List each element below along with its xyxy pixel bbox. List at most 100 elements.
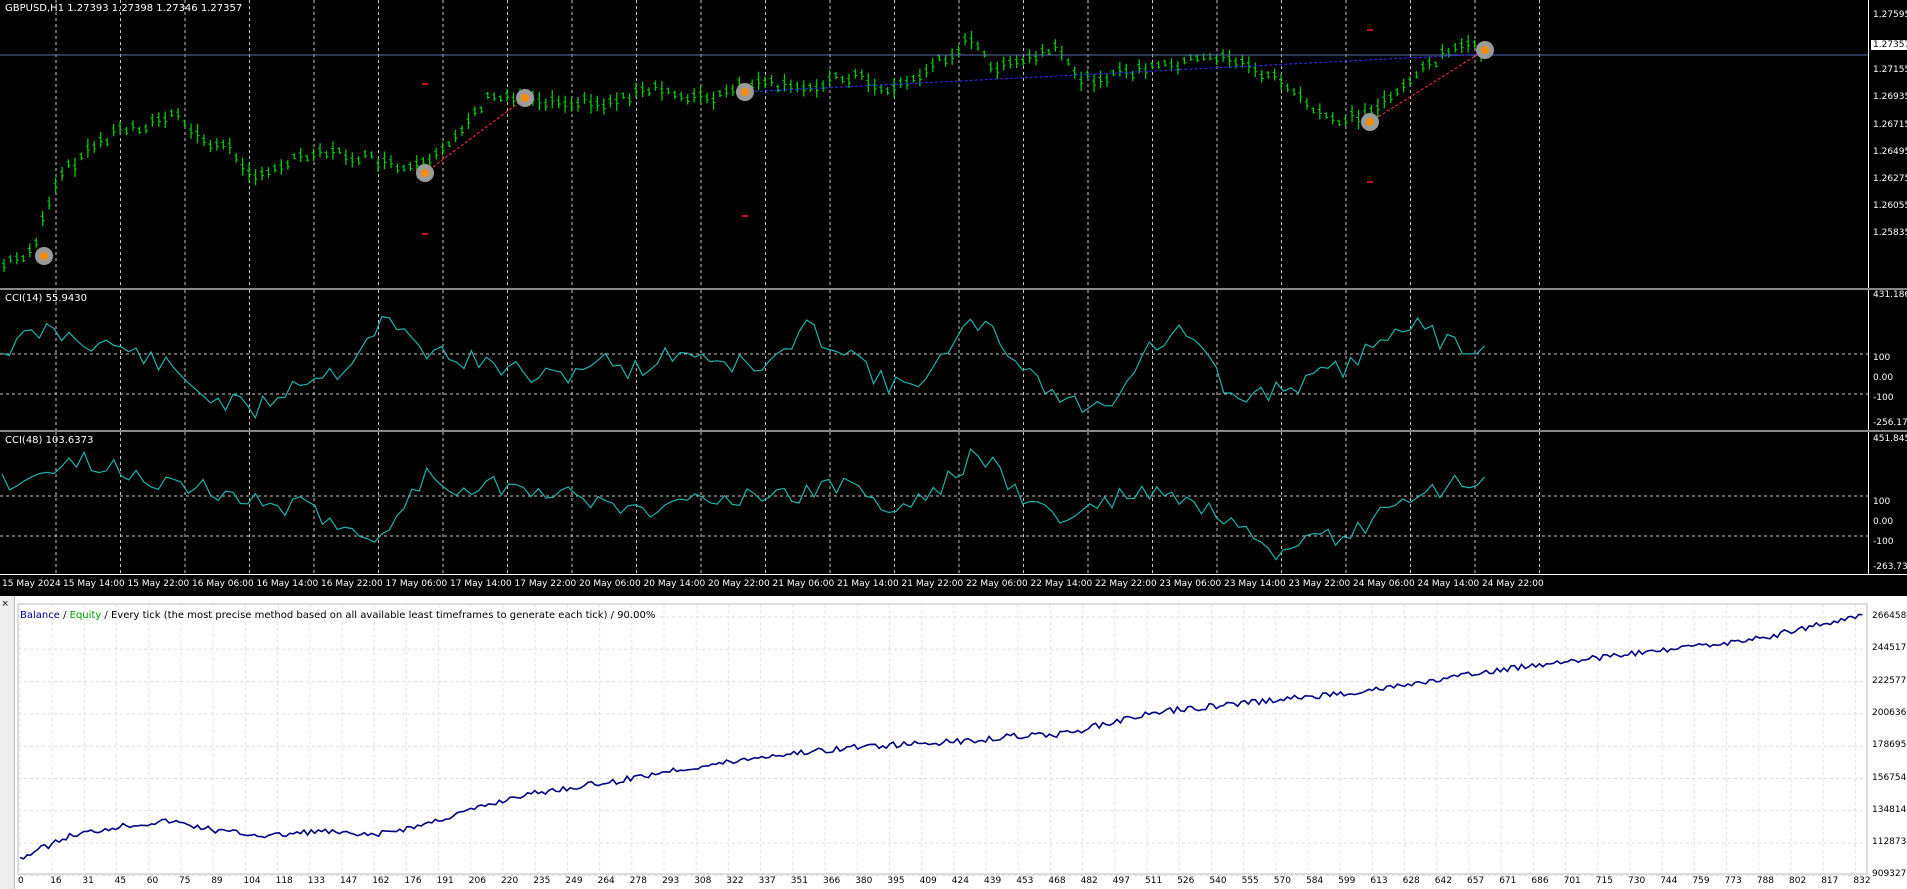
trade-count-x-tick: 366	[823, 876, 841, 886]
trade-count-x-tick: 75	[179, 876, 191, 886]
time-label: 15 May 14:00	[63, 579, 125, 589]
trade-count-x-tick: 104	[243, 876, 261, 886]
time-label: 20 May 22:00	[708, 579, 770, 589]
trade-count-x-tick: 773	[1724, 876, 1742, 886]
price-tick: 1.27155	[1873, 65, 1907, 75]
tester-graph-panel	[0, 596, 1907, 889]
trade-count-x-tick: 802	[1789, 876, 1807, 886]
trade-count-x-tick: 599	[1338, 876, 1356, 886]
time-label: 20 May 14:00	[643, 579, 706, 589]
balance-graph	[17, 603, 1868, 876]
trade-count-x-tick: 832	[1853, 876, 1871, 886]
price-tick: 1.26495	[1873, 147, 1907, 157]
trade-count-x-tick: 337	[758, 876, 776, 886]
time-label: 22 May 14:00	[1030, 579, 1093, 589]
time-label: 21 May 06:00	[772, 579, 835, 589]
trade-count-x-tick: 235	[533, 876, 551, 886]
trade-count-x-tick: 744	[1660, 876, 1678, 886]
price-tick: 1.26715	[1873, 120, 1907, 130]
balance-y-tick: 2006363	[1872, 707, 1907, 718]
trade-marker-core	[521, 94, 529, 102]
time-label: 23 May 14:00	[1224, 579, 1286, 589]
trade-count-x-tick: 482	[1080, 876, 1098, 886]
price-tick: 1.27595	[1873, 10, 1907, 20]
price-chart-pane[interactable]: GBPUSD,H1 1.27393 1.27398 1.27346 1.2735…	[0, 0, 1868, 288]
balance-y-tick: 1567549	[1872, 772, 1907, 783]
trade-count-x-tick: 701	[1563, 876, 1581, 886]
trade-count-x-tick: 60	[146, 876, 159, 886]
time-label: 24 May 14:00	[1417, 579, 1480, 589]
tester-mode-text: / Every tick (the most precise method ba…	[101, 610, 656, 621]
time-label: 16 May 06:00	[192, 579, 254, 589]
trade-count-x-tick: 526	[1177, 876, 1195, 886]
balance-y-tick: 2445177	[1872, 643, 1907, 654]
cci48-label: CCI(48) 103.6373	[5, 435, 94, 446]
time-label: 17 May 14:00	[450, 579, 512, 589]
time-label: 20 May 06:00	[579, 579, 641, 589]
legend-separator: /	[59, 610, 70, 621]
cci48-tick: 100	[1873, 497, 1891, 507]
balance-y-tick: 909327	[1872, 869, 1907, 880]
balance-line	[19, 613, 1863, 860]
time-label: 22 May 22:00	[1095, 579, 1157, 589]
cci-line	[1, 448, 1485, 561]
time-label: 16 May 14:00	[256, 579, 319, 589]
trade-count-x-tick: 31	[82, 876, 94, 886]
cci48-tick: 451.845	[1873, 434, 1907, 444]
time-label: 24 May 22:00	[1482, 579, 1544, 589]
time-label: 16 May 22:00	[321, 579, 383, 589]
cci48-chart	[0, 432, 1868, 574]
trade-count-x-tick: 191	[436, 876, 454, 886]
balance-y-tick: 1348141	[1872, 804, 1907, 815]
trade-count-x-tick: 351	[790, 876, 808, 886]
price-tick: 1.26275	[1873, 174, 1907, 184]
trade-marker-core	[1366, 118, 1374, 126]
trade-count-x-tick: 206	[468, 876, 486, 886]
trade-count-x-tick: 380	[855, 876, 873, 886]
tester-side-strip[interactable]	[0, 596, 15, 889]
trade-count-x-tick: 162	[372, 876, 390, 886]
cci48-pane[interactable]: CCI(48) 103.6373	[0, 432, 1868, 574]
time-label: 23 May 06:00	[1159, 579, 1222, 589]
trade-count-x-tick: 133	[307, 876, 325, 886]
cci14-tick: -100	[1873, 393, 1894, 403]
trade-count-x-tick: 730	[1628, 876, 1646, 886]
balance-legend: Balance	[20, 610, 60, 621]
trade-count-x-tick: 642	[1434, 876, 1452, 886]
trade-count-x-tick: 220	[501, 876, 519, 886]
trade-count-x-tick: 147	[340, 876, 358, 886]
time-label: 15 May 2024	[2, 579, 61, 589]
close-icon[interactable]: ×	[2, 598, 8, 610]
price-tick: 1.26935	[1873, 92, 1907, 102]
trade-marker-core	[40, 252, 48, 260]
trade-count-x-tick: 45	[114, 876, 127, 886]
cci14-pane[interactable]: CCI(14) 55.9430	[0, 290, 1868, 430]
trade-count-x-tick: 424	[951, 876, 969, 886]
tester-legend: Balance / Equity / Every tick (the most …	[20, 610, 655, 621]
trade-count-x-tick: 540	[1209, 876, 1227, 886]
trade-count-x-tick: 395	[887, 876, 905, 886]
balance-y-tick: 2225770	[1872, 675, 1907, 686]
trade-count-x-tick: 686	[1531, 876, 1549, 886]
trade-count-x-tick: 453	[1016, 876, 1034, 886]
balance-y-tick: 1786956	[1872, 740, 1907, 751]
trade-count-x-tick: 788	[1756, 876, 1774, 886]
trade-marker-core	[421, 169, 429, 177]
cci14-tick: 431.186	[1873, 290, 1907, 300]
trade-count-x-tick: 118	[275, 876, 293, 886]
cci48-tick: -263.738	[1873, 562, 1907, 572]
time-label: 23 May 22:00	[1288, 579, 1351, 589]
cci48-tick: -100	[1873, 537, 1894, 547]
trade-count-x-tick: 584	[1306, 876, 1324, 886]
trade-count-x-tick: 468	[1048, 876, 1066, 886]
trade-count-x-tick: 278	[629, 876, 647, 886]
balance-y-tick: 2664584	[1872, 611, 1907, 621]
time-label: 21 May 14:00	[837, 579, 899, 589]
trade-count-x-tick: 308	[694, 876, 712, 886]
trade-count-x-tick: 293	[662, 876, 680, 886]
time-label: 24 May 06:00	[1353, 579, 1415, 589]
trade-count-x-tick: 176	[404, 876, 422, 886]
balance-y-tick: 1128734	[1872, 837, 1907, 848]
time-label: 17 May 22:00	[514, 579, 577, 589]
time-label: 17 May 06:00	[385, 579, 448, 589]
